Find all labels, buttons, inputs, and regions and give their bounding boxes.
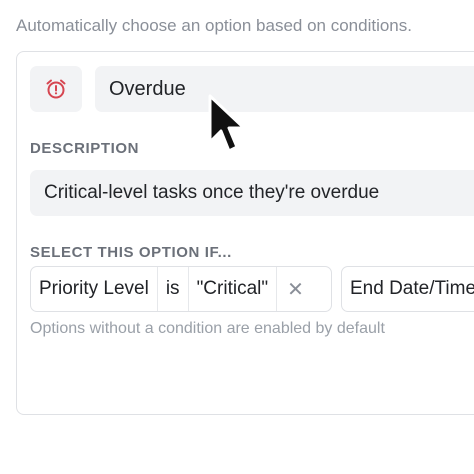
condition-chip[interactable]: End Date/Time xyxy=(341,266,474,312)
condition-field[interactable]: End Date/Time xyxy=(342,267,474,311)
description-label: DESCRIPTION xyxy=(30,140,140,157)
condition-value[interactable]: "Critical" xyxy=(189,267,278,311)
alarm-clock-icon xyxy=(46,79,66,99)
option-icon-picker[interactable] xyxy=(30,66,82,112)
description-input[interactable]: Critical-level tasks once they're overdu… xyxy=(30,170,474,216)
mouse-cursor-icon xyxy=(208,94,246,153)
remove-condition-icon[interactable]: ✕ xyxy=(277,267,314,311)
condition-operator[interactable]: is xyxy=(158,267,189,311)
option-editor-page: Automatically choose an option based on … xyxy=(0,0,474,474)
condition-chip[interactable]: Priority Level is "Critical" ✕ xyxy=(30,266,332,312)
conditions-label: SELECT THIS OPTION IF... xyxy=(30,244,232,261)
conditions-hint: Options without a condition are enabled … xyxy=(30,320,385,337)
option-name-input[interactable]: Overdue xyxy=(95,66,474,112)
condition-field[interactable]: Priority Level xyxy=(31,267,158,311)
intro-text: Automatically choose an option based on … xyxy=(16,16,412,35)
